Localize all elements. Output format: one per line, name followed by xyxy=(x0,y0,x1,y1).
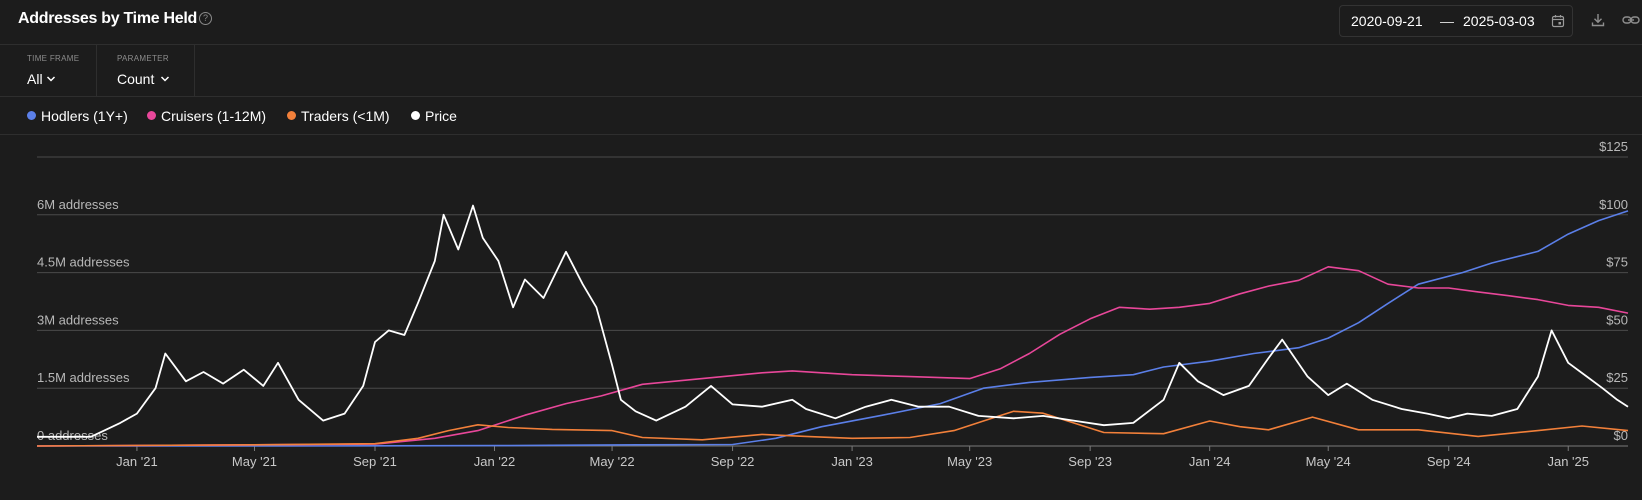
chart-legend: Hodlers (1Y+) Cruisers (1-12M) Traders (… xyxy=(0,97,1642,135)
x-tick-label: Jan '23 xyxy=(831,454,873,469)
legend-item-hodlers[interactable]: Hodlers (1Y+) xyxy=(27,108,128,124)
x-tick-label: Jan '21 xyxy=(116,454,158,469)
download-icon[interactable] xyxy=(1590,12,1606,28)
x-tick-label: May '22 xyxy=(590,454,635,469)
x-tick-label: Sep '23 xyxy=(1068,454,1112,469)
chevron-down-icon[interactable] xyxy=(160,74,170,84)
legend-label-hodlers: Hodlers (1Y+) xyxy=(41,108,128,124)
legend-dot-price xyxy=(411,111,420,120)
date-range-picker[interactable]: 2020-09-21 — 2025-03-03 xyxy=(1339,5,1573,37)
parameter-value[interactable]: Count xyxy=(117,71,154,87)
x-tick-label: May '24 xyxy=(1306,454,1351,469)
x-tick-label: May '23 xyxy=(947,454,992,469)
parameter-selector[interactable]: PARAMETER Count xyxy=(96,45,195,96)
timeframe-value[interactable]: All xyxy=(27,71,43,87)
x-tick-label: Jan '22 xyxy=(474,454,516,469)
y-left-tick-label: 1.5M addresses xyxy=(37,370,130,385)
page-title: Addresses by Time Held xyxy=(18,10,197,27)
x-tick-label: Jan '24 xyxy=(1189,454,1231,469)
chevron-down-icon[interactable] xyxy=(46,74,56,84)
y-left-tick-label: 4.5M addresses xyxy=(37,255,130,270)
series-line-hodlers-1y xyxy=(37,210,1629,447)
y-right-tick-label: $100 xyxy=(1599,197,1628,212)
y-left-tick-label: 6M addresses xyxy=(37,197,119,212)
timeframe-selector[interactable]: TIME FRAME All xyxy=(0,45,97,96)
y-right-tick-label: $75 xyxy=(1606,255,1628,270)
x-tick-label: Sep '21 xyxy=(353,454,397,469)
y-right-tick-label: $125 xyxy=(1599,139,1628,154)
y-right-tick-label: $25 xyxy=(1606,370,1628,385)
timeframe-caption: TIME FRAME xyxy=(27,54,80,63)
x-tick-label: Jan '25 xyxy=(1547,454,1589,469)
legend-label-cruisers: Cruisers (1-12M) xyxy=(161,108,267,124)
legend-item-cruisers[interactable]: Cruisers (1-12M) xyxy=(147,108,266,124)
legend-label-price: Price xyxy=(425,108,457,124)
link-icon[interactable] xyxy=(1622,12,1640,28)
help-icon[interactable]: ? xyxy=(199,12,212,25)
x-tick-label: Sep '24 xyxy=(1427,454,1471,469)
legend-dot-traders xyxy=(287,111,296,120)
series-line-cruisers-1-12m xyxy=(36,266,1629,447)
series-line-price xyxy=(37,204,1629,438)
date-separator: — xyxy=(1440,13,1454,29)
chart-controls: TIME FRAME All PARAMETER Count xyxy=(0,45,1642,97)
legend-label-traders: Traders (<1M) xyxy=(301,108,390,124)
chart-header: Addresses by Time Held ? 2020-09-21 — 20… xyxy=(0,0,1642,45)
legend-item-price[interactable]: Price xyxy=(411,108,457,124)
date-end[interactable]: 2025-03-03 xyxy=(1463,13,1535,29)
legend-dot-cruisers xyxy=(147,111,156,120)
x-tick-label: May '21 xyxy=(232,454,277,469)
legend-item-traders[interactable]: Traders (<1M) xyxy=(287,108,390,124)
y-left-tick-label: 3M addresses xyxy=(37,312,119,327)
legend-dot-hodlers xyxy=(27,111,36,120)
line-chart: $0$25$50$75$100$1250 addresses1.5M addre… xyxy=(36,139,1629,469)
x-tick-label: Sep '22 xyxy=(711,454,755,469)
calendar-icon[interactable] xyxy=(1551,14,1565,28)
date-start[interactable]: 2020-09-21 xyxy=(1351,13,1423,29)
parameter-caption: PARAMETER xyxy=(117,54,169,63)
y-right-tick-label: $50 xyxy=(1606,312,1628,327)
y-left-tick-label: 0 addresses xyxy=(37,428,108,443)
